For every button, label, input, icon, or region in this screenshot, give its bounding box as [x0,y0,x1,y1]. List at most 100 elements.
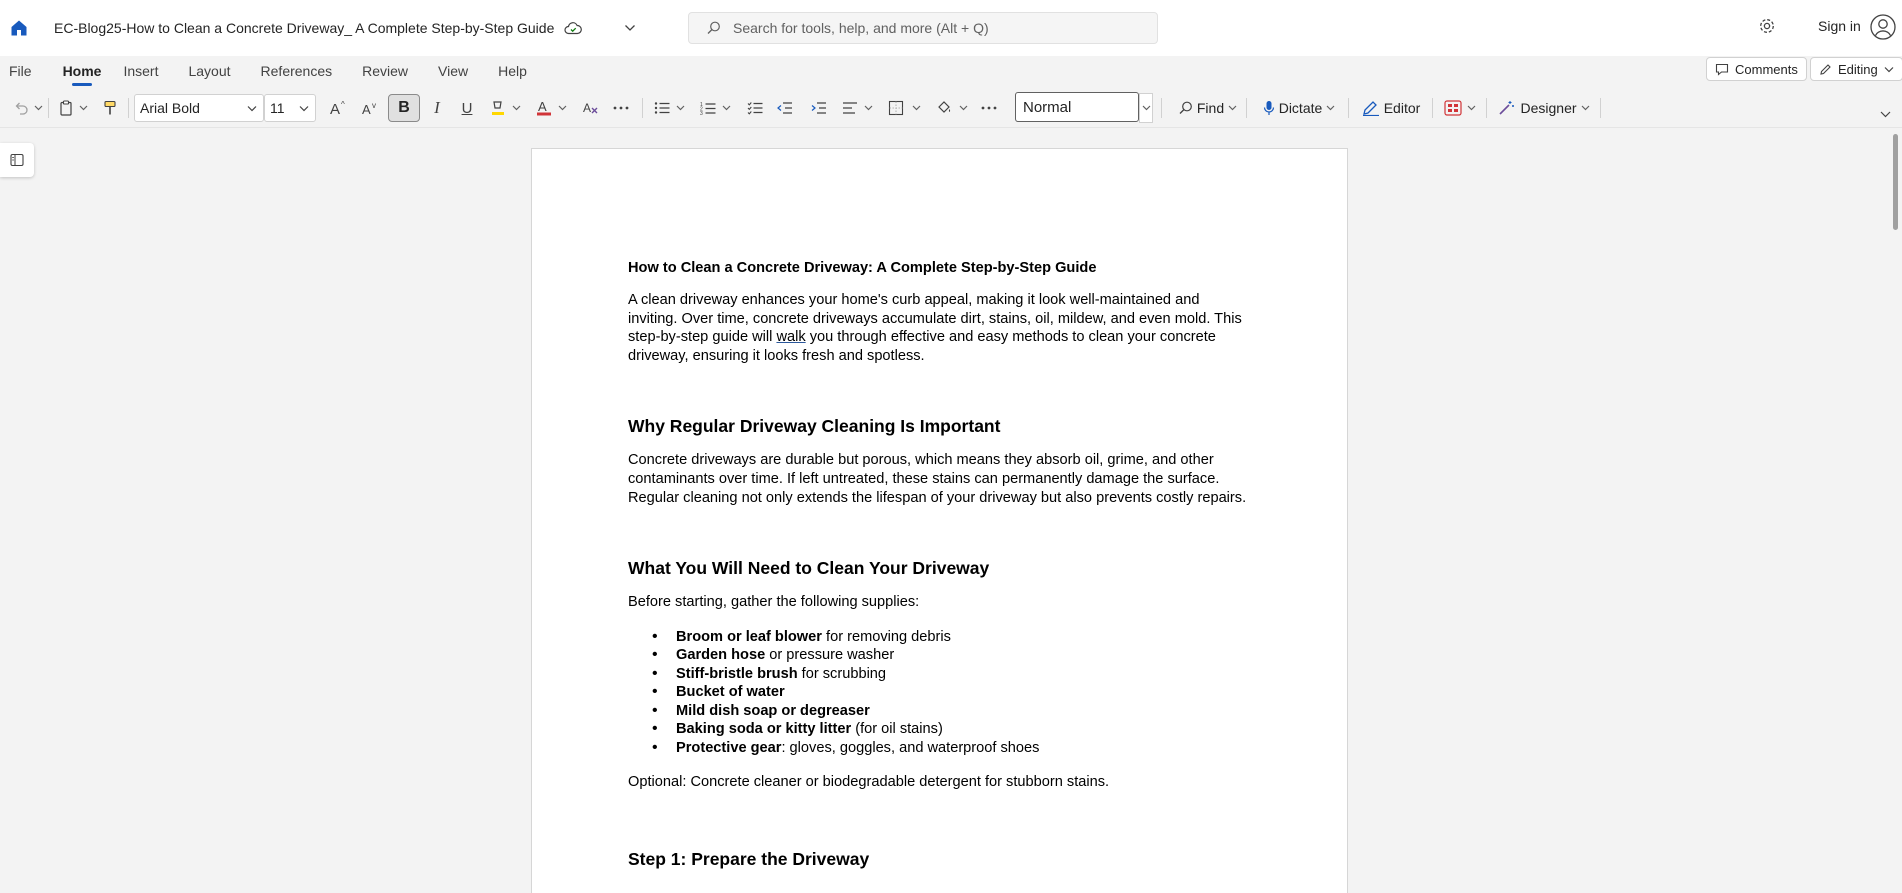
designer-label: Designer [1520,100,1577,116]
find-button[interactable]: Find [1172,94,1244,122]
shading-dropdown[interactable] [957,94,969,122]
chevron-down-icon [1228,105,1237,111]
italic-button[interactable]: I [424,94,450,122]
menu-layout[interactable]: Layout [188,56,230,88]
comments-button[interactable]: Comments [1706,57,1807,81]
list-item[interactable]: Stiff-bristle brush for scrubbing [652,665,1248,684]
title-chevron-down-icon[interactable] [624,24,636,32]
designer-wand-icon [1499,101,1515,115]
designer-button[interactable]: Designer [1494,94,1594,122]
increase-indent-button[interactable] [808,94,830,122]
svg-text:A: A [362,102,371,116]
list-item[interactable]: Bucket of water [652,683,1248,702]
font-size-select[interactable]: 11 [264,94,316,122]
bullets-dropdown[interactable] [674,94,686,122]
undo-button[interactable] [10,94,32,122]
menu-file[interactable]: File [0,56,41,88]
grow-font-button[interactable]: A ^ [326,94,352,122]
clear-formatting-button[interactable]: A [580,94,602,122]
menu-insert[interactable]: Insert [123,56,158,88]
format-painter-button[interactable] [100,94,120,122]
font-color-button[interactable]: A [534,94,554,122]
chevron-down-icon [676,105,684,111]
list-item[interactable]: Garden hose or pressure washer [652,646,1248,665]
decrease-indent-button[interactable] [774,94,796,122]
need-intro-paragraph[interactable]: Before starting, gather the following su… [628,593,1248,612]
document-body[interactable]: How to Clean a Concrete Driveway: A Comp… [628,259,1248,870]
paste-dropdown[interactable] [77,94,89,122]
ribbon-collapse-button[interactable] [1876,100,1894,128]
svg-text:3: 3 [700,111,703,115]
list-item[interactable]: Baking soda or kitty litter (for oil sta… [652,720,1248,739]
highlight-button[interactable] [488,94,508,122]
document-page[interactable]: How to Clean a Concrete Driveway: A Comp… [531,148,1348,893]
chevron-down-icon [1880,111,1890,117]
borders-dropdown[interactable] [910,94,922,122]
menu-view[interactable]: View [438,56,468,88]
intro-paragraph[interactable]: A clean driveway enhances your home's cu… [628,291,1248,365]
ribbon-toolbar: Arial Bold 11 A ^ Av B I U A A 1 2 3 Nor… [0,88,1902,128]
more-font-options-button[interactable] [610,94,632,122]
increase-indent-icon [811,102,826,114]
vertical-scrollbar[interactable] [1888,130,1902,893]
editing-label: Editing [1838,61,1878,77]
why-paragraph[interactable]: Concrete driveways are durable but porou… [628,451,1248,507]
menu-references[interactable]: References [261,56,333,88]
chevron-down-icon [1142,105,1150,111]
list-item[interactable]: Mild dish soap or degreaser [652,702,1248,721]
avatar-icon[interactable] [1870,14,1896,43]
spell-flagged-word[interactable]: walk [776,329,805,345]
comment-icon [1715,63,1729,76]
menu-review[interactable]: Review [362,56,408,88]
scrollbar-thumb[interactable] [1893,134,1898,230]
document-title-heading[interactable]: How to Clean a Concrete Driveway: A Comp… [628,259,1248,277]
checklist-button[interactable] [744,94,766,122]
optional-paragraph[interactable]: Optional: Concrete cleaner or biodegrada… [628,773,1248,792]
sign-in-link[interactable]: Sign in [1818,18,1861,34]
menu-help[interactable]: Help [498,56,527,88]
cloud-saved-icon[interactable] [564,21,583,35]
list-item[interactable]: Protective gear: gloves, goggles, and wa… [652,739,1248,758]
borders-button[interactable] [886,94,906,122]
format-painter-icon [104,100,116,115]
shrink-font-button[interactable]: Av [358,94,384,122]
bullets-button[interactable] [652,94,672,122]
underline-label: U [461,99,473,117]
font-name-select[interactable]: Arial Bold [134,94,264,122]
menu-home[interactable]: Home [63,56,101,88]
bold-button[interactable]: B [388,94,420,122]
document-title[interactable]: EC-Blog25-How to Clean a Concrete Drivew… [54,20,554,36]
more-paragraph-options-button[interactable] [978,94,1000,122]
undo-dropdown[interactable] [32,94,44,122]
style-dropdown[interactable] [1139,93,1153,123]
svg-text:v: v [372,101,376,110]
gear-icon[interactable] [1758,17,1776,38]
paste-button[interactable] [56,94,76,122]
chevron-down-icon [247,106,257,112]
editor-button[interactable]: Editor [1358,94,1428,122]
navigation-pane-icon [10,153,24,167]
numbering-button[interactable]: 123 [698,94,718,122]
align-dropdown[interactable] [862,94,874,122]
search-box[interactable]: Search for tools, help, and more (Alt + … [688,12,1158,44]
add-ins-button[interactable] [1440,94,1480,122]
editing-mode-button[interactable]: Editing [1810,57,1902,81]
align-button[interactable] [840,94,860,122]
shading-button[interactable] [934,94,954,122]
home-button[interactable] [0,0,38,56]
chevron-down-icon [1326,105,1335,111]
font-color-dropdown[interactable] [556,94,568,122]
heading-what-you-need[interactable]: What You Will Need to Clean Your Drivewa… [628,557,1248,579]
editor-label: Editor [1383,100,1421,116]
underline-button[interactable]: U [454,94,480,122]
highlight-dropdown[interactable] [510,94,522,122]
style-select[interactable]: Normal [1015,92,1139,122]
grow-font-icon: A ^ [330,100,345,116]
numbering-dropdown[interactable] [720,94,732,122]
list-item[interactable]: Broom or leaf blower for removing debris [652,628,1248,647]
navigation-pane-toggle[interactable] [0,143,34,177]
heading-step-1[interactable]: Step 1: Prepare the Driveway [628,848,1248,870]
heading-why[interactable]: Why Regular Driveway Cleaning Is Importa… [628,415,1248,437]
dictate-button[interactable]: Dictate [1256,94,1342,122]
chevron-down-icon [959,105,967,111]
